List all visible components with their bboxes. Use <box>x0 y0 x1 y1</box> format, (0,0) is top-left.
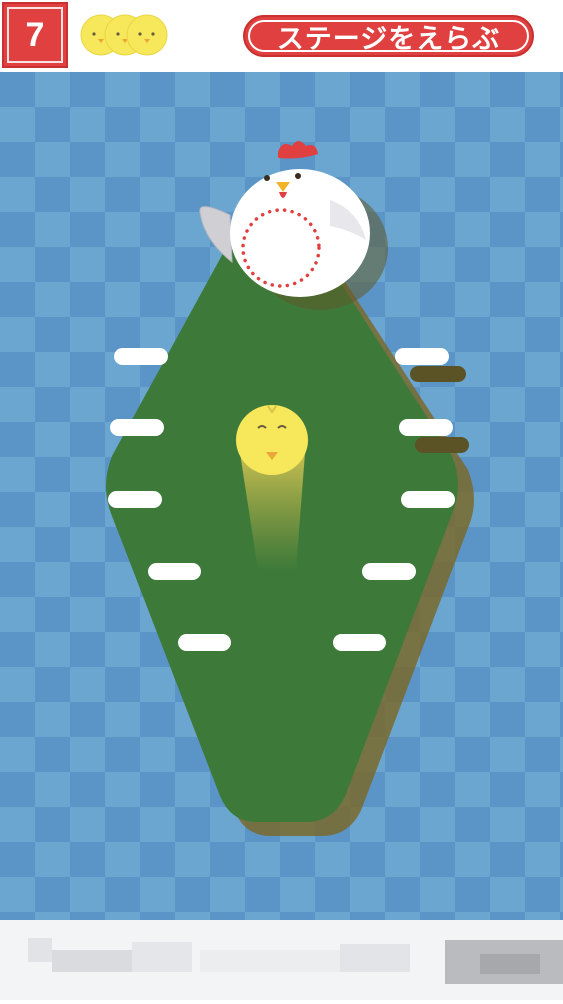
ad-placeholder <box>0 920 563 1000</box>
platform <box>178 634 231 651</box>
lives-indicator <box>80 14 168 56</box>
top-bar: 7 ステージをえらぶ <box>0 0 563 72</box>
platform <box>108 491 162 508</box>
platform <box>401 491 455 508</box>
stage-select-label: ステージをえらぶ <box>276 23 501 55</box>
platform <box>399 419 453 436</box>
platform <box>333 634 386 651</box>
game-board[interactable] <box>0 72 563 920</box>
platform <box>148 563 201 580</box>
ledge-shadow <box>415 437 469 453</box>
platform <box>395 348 449 365</box>
stage-select-button[interactable]: ステージをえらぶ <box>243 15 534 57</box>
platform <box>114 348 168 365</box>
platform <box>110 419 164 436</box>
ledge-shadow <box>410 366 466 382</box>
ad-banner[interactable] <box>0 920 563 1000</box>
chick-icon <box>126 14 168 56</box>
stage-number: 7 <box>2 2 68 68</box>
platform <box>362 563 416 580</box>
